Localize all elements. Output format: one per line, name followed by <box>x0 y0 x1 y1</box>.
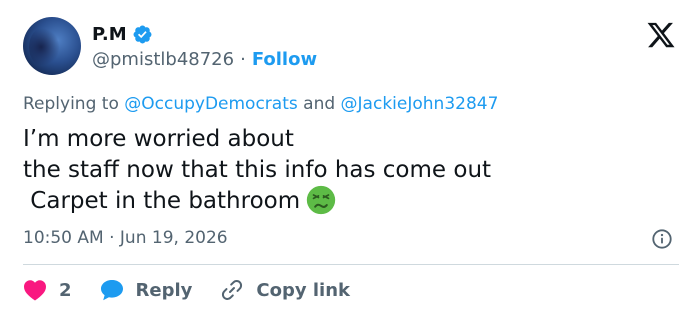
avatar[interactable] <box>23 17 81 75</box>
reply-button[interactable]: Reply <box>100 279 193 301</box>
tweet-text: I’m more worried about the staff now tha… <box>23 124 491 217</box>
heart-icon <box>24 280 46 301</box>
reply-label: Reply <box>135 279 193 301</box>
link-icon <box>222 280 243 300</box>
replying-to-prefix: Replying to <box>23 94 119 114</box>
mention-link[interactable]: @OccupyDemocrats <box>124 94 298 114</box>
author-handle[interactable]: @pmistlb48726 <box>92 49 234 70</box>
author-display-name[interactable]: P.M <box>92 24 127 45</box>
tweet-time: 10:50 AM <box>23 228 104 248</box>
tweet-text-line: Carpet in the bathroom <box>23 185 491 217</box>
x-logo-icon[interactable] <box>646 20 676 50</box>
mention-link[interactable]: @JackieJohn32847 <box>341 94 499 114</box>
like-count: 2 <box>59 279 72 301</box>
tweet-date: Jun 19, 2026 <box>119 228 228 248</box>
verified-badge-icon <box>133 25 152 43</box>
action-bar: 2 Reply Copy link <box>23 278 378 302</box>
tweet-text-fragment: Carpet in the bathroom <box>23 188 301 214</box>
info-icon[interactable] <box>651 228 673 250</box>
author-handle-row: @pmistlb48726 · Follow <box>92 49 317 70</box>
author-name-row: P.M <box>92 22 153 46</box>
replying-to: Replying to @OccupyDemocrats and @Jackie… <box>23 94 498 114</box>
tweet-card: P.M @pmistlb48726 · Follow Replying to @… <box>0 0 700 318</box>
tweet-text-line: I’m more worried about <box>23 126 294 152</box>
speech-bubble-icon <box>100 280 123 301</box>
tweet-text-line: the staff now that this info has come ou… <box>23 157 492 183</box>
like-button[interactable]: 2 <box>23 279 72 301</box>
replying-to-conjunction: and <box>303 94 336 114</box>
nauseated-face-icon <box>306 185 336 214</box>
tweet-timestamp[interactable]: 10:50 AM · Jun 19, 2026 <box>23 228 228 248</box>
timestamp-separator: · <box>109 228 115 248</box>
copy-link-button[interactable]: Copy link <box>220 278 350 302</box>
follow-button[interactable]: Follow <box>252 49 317 70</box>
handle-separator: · <box>240 49 246 70</box>
divider <box>23 264 679 265</box>
copy-link-label: Copy link <box>256 279 350 301</box>
